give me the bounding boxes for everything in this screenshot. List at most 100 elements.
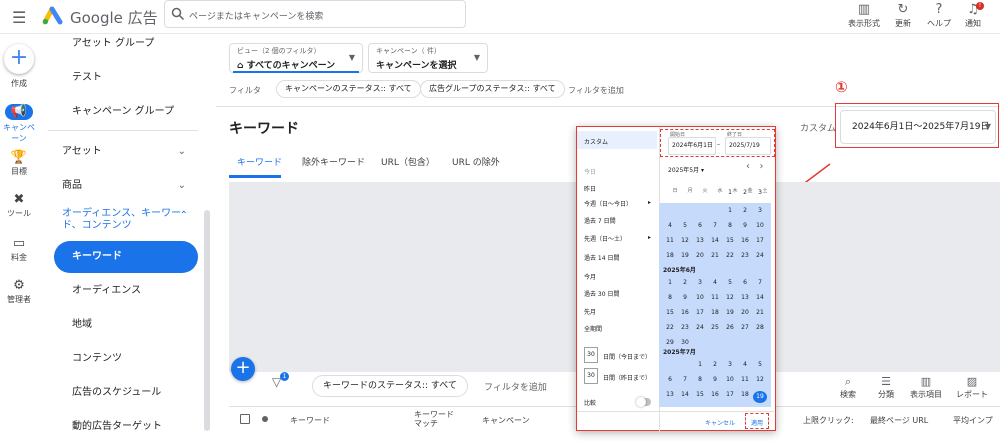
calendar-day[interactable]: 12 — [753, 376, 767, 383]
nav-item-dynamic-ad-targets[interactable]: 動的広告ターゲット — [48, 411, 198, 443]
rail-goals[interactable]: 🏆 目標 — [0, 150, 38, 177]
days-input-2[interactable]: 30 — [584, 368, 598, 384]
notifications-button[interactable]: ♫ 通知! — [952, 2, 994, 29]
calendar-day[interactable]: 20 — [693, 252, 707, 259]
segment-button[interactable]: ☰ 分類 — [864, 375, 908, 400]
calendar-day[interactable]: 7 — [678, 376, 692, 383]
campaign-status-chip[interactable]: キャンペーンのステータス:: すべて — [276, 80, 421, 98]
keyword-status-chip[interactable]: キーワードのステータス:: すべて — [312, 375, 468, 397]
calendar-day[interactable]: 16 — [678, 309, 692, 316]
nav-item-campaign-groups[interactable]: キャンペーン グループ — [48, 96, 198, 128]
calendar-day[interactable]: 16 — [738, 237, 752, 244]
calendar-day[interactable]: 9 — [738, 222, 752, 229]
view-dropdown[interactable]: ビュー（2 個のフィルタ） ⌂ すべてのキャンペーン ▼ — [229, 43, 363, 73]
calendar-day[interactable]: 1 — [693, 361, 707, 368]
calendar-day[interactable]: 21 — [708, 252, 722, 259]
calendar-day[interactable]: 2 — [708, 361, 722, 368]
preset-item[interactable]: 全期間 — [584, 324, 602, 333]
campaign-dropdown[interactable]: キャンペーン（ 件） キャンペーンを選択 ▼ — [368, 43, 488, 73]
adgroup-status-chip[interactable]: 広告グループのステータス:: すべて — [420, 80, 565, 98]
nav-item-locations[interactable]: 地域 — [48, 309, 198, 341]
calendar-day[interactable]: 17 — [723, 391, 737, 398]
nav-item-content[interactable]: コンテンツ — [48, 343, 198, 375]
calendar-day[interactable]: 20 — [738, 309, 752, 316]
preset-item[interactable]: 先週（日～土） ▸ — [584, 234, 651, 243]
rail-campaigns[interactable]: 📢 キャンペーン — [0, 104, 38, 144]
nav-scrollbar[interactable] — [204, 210, 210, 431]
calendar-day[interactable]: 1 — [723, 189, 737, 196]
appearance-button[interactable]: ▥ 表示形式 — [843, 2, 885, 29]
preset-item[interactable]: 今日 — [584, 167, 596, 176]
calendar-day[interactable]: 11 — [708, 294, 722, 301]
preset-item[interactable]: 今月 — [584, 272, 596, 281]
nav-section-assets[interactable]: アセット ⌄ — [48, 136, 198, 168]
calendar-day[interactable]: 18 — [738, 391, 752, 398]
calendar-day[interactable]: 5 — [753, 361, 767, 368]
reports-button[interactable]: ▨ レポート — [950, 375, 994, 400]
calendar-day[interactable]: 18 — [708, 309, 722, 316]
calendar-day[interactable]: 9 — [708, 376, 722, 383]
nav-item-ad-schedule[interactable]: 広告のスケジュール — [48, 377, 198, 409]
calendar-day[interactable]: 7 — [708, 222, 722, 229]
calendar-day[interactable]: 1 — [723, 207, 737, 214]
calendar-day[interactable]: 12 — [723, 294, 737, 301]
add-filter-link[interactable]: フィルタを追加 — [568, 85, 624, 96]
calendar-day[interactable]: 19 — [678, 252, 692, 259]
calendar-day[interactable]: 14 — [678, 391, 692, 398]
preset-item[interactable]: 昨日 — [584, 184, 596, 193]
calendar-day[interactable]: 10 — [753, 222, 767, 229]
month-select[interactable]: 2025年5月 ▾ — [668, 165, 704, 174]
calendar-day[interactable]: 22 — [663, 324, 677, 331]
calendar-day[interactable]: 6 — [663, 376, 677, 383]
calendar-day[interactable]: 5 — [678, 222, 692, 229]
menu-icon[interactable]: ☰ — [12, 8, 26, 27]
calendar-day[interactable]: 22 — [723, 252, 737, 259]
nav-section-products[interactable]: 商品 ⌄ — [48, 170, 198, 202]
calendar-day[interactable]: 24 — [753, 252, 767, 259]
calendar-day[interactable]: 27 — [738, 324, 752, 331]
calendar-day[interactable]: 2 — [738, 189, 752, 196]
add-keyword-button[interactable]: + — [231, 357, 255, 381]
calendar-day[interactable]: 3 — [753, 207, 767, 214]
nav-item-keywords[interactable]: キーワード — [54, 241, 198, 273]
calendar-day[interactable]: 13 — [693, 237, 707, 244]
select-all-checkbox[interactable] — [240, 414, 250, 424]
calendar-day-selected[interactable]: 19 — [753, 391, 767, 403]
calendar-day[interactable]: 17 — [753, 237, 767, 244]
search-input[interactable]: ページまたはキャンペーンを検索 — [164, 0, 466, 28]
nav-item-audiences[interactable]: オーディエンス — [48, 275, 198, 307]
create-button[interactable]: + — [4, 44, 34, 74]
calendar-day[interactable]: 15 — [693, 391, 707, 398]
calendar-day[interactable]: 8 — [663, 294, 677, 301]
calendar-day[interactable]: 8 — [693, 376, 707, 383]
calendar-day[interactable]: 25 — [708, 324, 722, 331]
col-match-type[interactable]: キーワード マッチ — [414, 410, 454, 428]
calendar-day[interactable]: 15 — [663, 309, 677, 316]
calendar-day[interactable]: 21 — [753, 309, 767, 316]
calendar-day[interactable]: 11 — [738, 376, 752, 383]
calendar-day[interactable]: 6 — [693, 222, 707, 229]
tab-url-exclude[interactable]: URL の除外 — [452, 155, 500, 168]
tab-url-include[interactable]: URL（包含） — [381, 155, 435, 168]
col-final-url[interactable]: 最終ページ URL — [870, 416, 928, 425]
calendar-day[interactable]: 23 — [678, 324, 692, 331]
rail-admin[interactable]: ⚙ 管理者 — [0, 278, 38, 305]
calendar-day[interactable]: 18 — [663, 252, 677, 259]
preset-item[interactable]: 今週（日～今日） ▸ — [584, 199, 651, 208]
calendar-day[interactable]: 19 — [723, 309, 737, 316]
calendar-day[interactable]: 10 — [723, 376, 737, 383]
calendar-day[interactable]: 16 — [708, 391, 722, 398]
rail-billing[interactable]: ▭ 料金 — [0, 236, 38, 263]
preset-item[interactable]: 過去 7 日間 — [584, 216, 616, 225]
calendar-day[interactable]: 17 — [693, 309, 707, 316]
calendar-day[interactable]: 3 — [723, 361, 737, 368]
col-campaign[interactable]: キャンペーン — [482, 416, 530, 425]
calendar-day[interactable]: 3 — [753, 189, 767, 196]
calendar-day[interactable]: 13 — [663, 391, 677, 398]
columns-button[interactable]: ▥ 表示項目 — [904, 375, 948, 400]
calendar-day[interactable]: 14 — [753, 294, 767, 301]
calendar-day[interactable]: 24 — [693, 324, 707, 331]
calendar-day[interactable]: 14 — [708, 237, 722, 244]
calendar-day[interactable]: 9 — [678, 294, 692, 301]
calendar-day[interactable]: 23 — [738, 252, 752, 259]
